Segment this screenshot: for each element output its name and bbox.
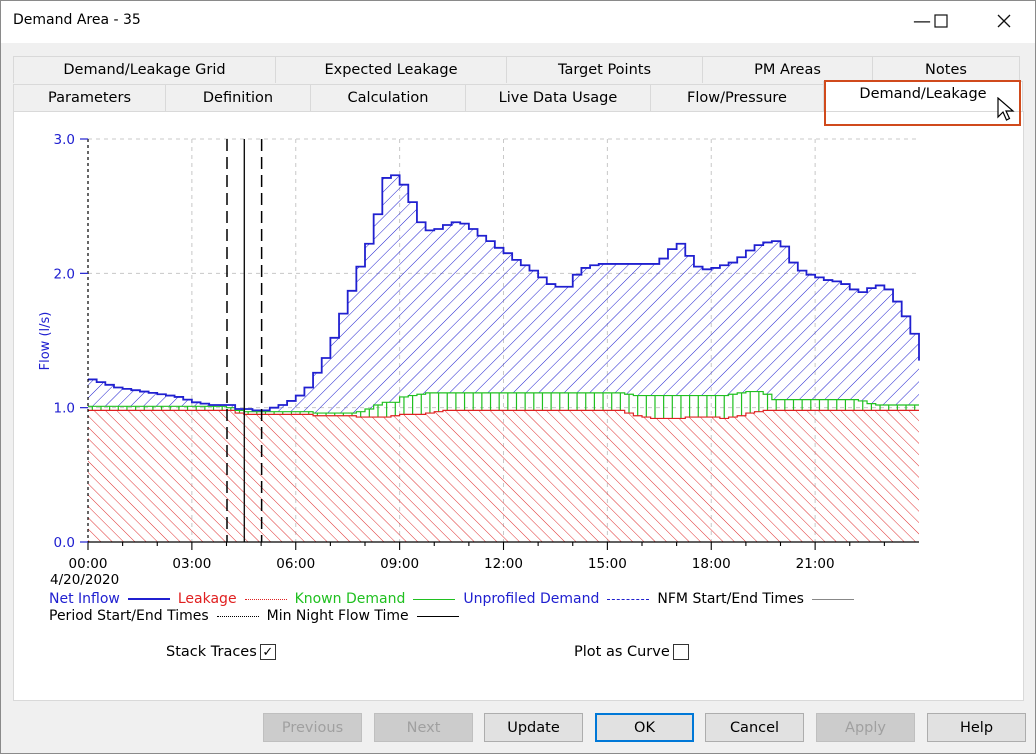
- update-button[interactable]: Update: [484, 713, 583, 742]
- legend-period-times: Period Start/End Times: [49, 608, 209, 624]
- x-tick-label: 15:00: [588, 556, 627, 572]
- x-axis-date-label: 4/20/2020: [50, 572, 119, 588]
- plot-as-curve-label: Plot as Curve: [574, 644, 670, 660]
- legend-row-2: Period Start/End Times Min Night Flow Ti…: [49, 608, 467, 624]
- x-tick-label: 21:00: [796, 556, 835, 572]
- legend-net-inflow-swatch: [127, 598, 170, 600]
- ok-button[interactable]: OK: [595, 713, 694, 742]
- next-button[interactable]: Next: [374, 713, 473, 742]
- demand-area-window: Demand Area - 35 — Demand/Leakage Grid E…: [0, 0, 1036, 754]
- legend-leakage: Leakage: [177, 591, 237, 607]
- x-tick-label: 18:00: [692, 556, 731, 572]
- plot-as-curve-option[interactable]: Plot as Curve: [574, 644, 689, 660]
- legend-row-1: Net Inflow Leakage Known Demand Unprofil…: [49, 591, 862, 607]
- plot-as-curve-checkbox[interactable]: [672, 644, 689, 660]
- x-tick-label: 00:00: [69, 556, 108, 572]
- unprofiled-demand-area: [88, 175, 919, 414]
- y-tick-label: 3.0: [54, 132, 75, 148]
- legend-min-night-flow: Min Night Flow Time: [266, 608, 409, 624]
- legend-known-demand-swatch: [413, 598, 456, 600]
- stack-traces-label: Stack Traces: [166, 644, 257, 660]
- x-tick-label: 12:00: [484, 556, 523, 572]
- x-tick-label: 09:00: [380, 556, 419, 572]
- apply-button[interactable]: Apply: [816, 713, 915, 742]
- legend-known-demand: Known Demand: [294, 591, 406, 607]
- cancel-button[interactable]: Cancel: [705, 713, 804, 742]
- x-tick-label: 03:00: [172, 556, 211, 572]
- stack-traces-checkbox[interactable]: ✓: [259, 644, 276, 660]
- y-tick-label: 0.0: [54, 535, 75, 551]
- legend-period-times-swatch: [216, 615, 259, 617]
- legend-min-night-flow-swatch: [416, 615, 459, 617]
- legend-leakage-swatch: [244, 598, 287, 600]
- y-axis-title: Flow (l/s): [38, 312, 53, 371]
- mouse-cursor-icon: [997, 97, 1015, 121]
- check-icon: ✓: [262, 644, 274, 660]
- previous-button[interactable]: Previous: [263, 713, 362, 742]
- stack-traces-option[interactable]: Stack Traces ✓: [166, 644, 276, 660]
- help-button[interactable]: Help: [927, 713, 1026, 742]
- leakage-area: [88, 410, 919, 542]
- y-tick-label: 1.0: [54, 401, 75, 417]
- legend-nfm-times: NFM Start/End Times: [657, 591, 804, 607]
- legend-unprofiled-demand-swatch: [607, 598, 650, 600]
- demand-leakage-chart: 00:00 03:00 06:00 09:00 12:00 15:00 18:00 21:00…: [38, 132, 920, 588]
- legend-unprofiled-demand: Unprofiled Demand: [463, 591, 600, 607]
- x-tick-label: 06:00: [276, 556, 315, 572]
- y-tick-label: 2.0: [54, 266, 75, 282]
- legend-net-inflow: Net Inflow: [49, 591, 120, 607]
- legend-nfm-times-swatch: [811, 598, 854, 600]
